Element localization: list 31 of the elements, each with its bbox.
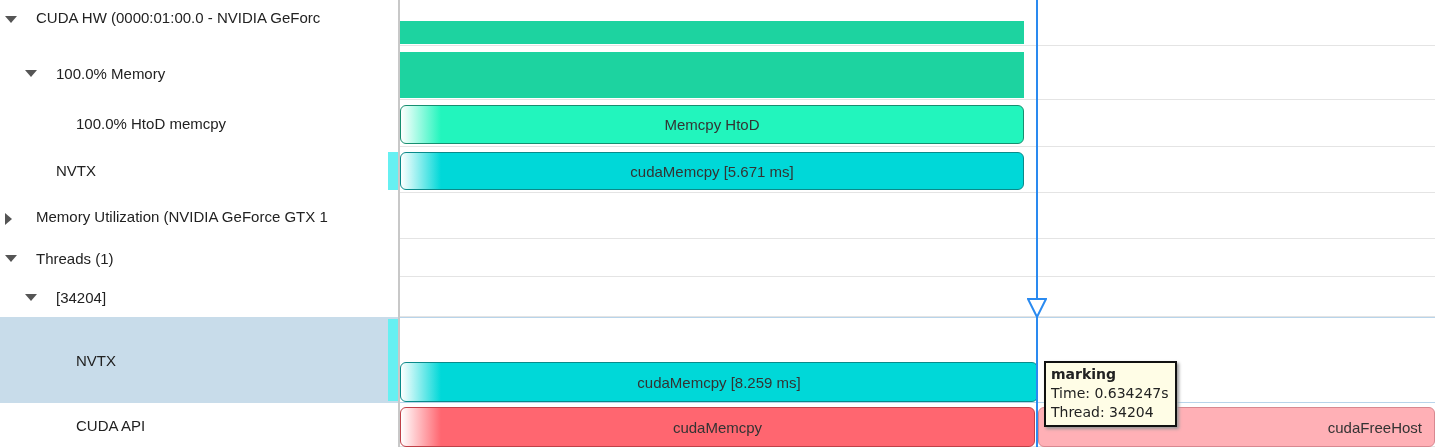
track-label: Memory Utilization (NVIDIA GeForce GTX 1 xyxy=(36,207,328,225)
track-label: CUDA API xyxy=(76,416,146,434)
track-label: NVTX xyxy=(76,351,116,369)
expand-arrow-icon[interactable] xyxy=(5,255,17,262)
expand-arrow-icon[interactable] xyxy=(5,16,17,23)
tooltip-title: marking xyxy=(1051,365,1118,384)
nvtx-range-bar[interactable]: cudaMemcpy [8.259 ms] xyxy=(400,362,1038,402)
tree-row[interactable]: CUDA API xyxy=(0,403,398,447)
tree-row[interactable]: [34204] xyxy=(0,277,398,317)
tree-row[interactable]: CUDA HW (0000:01:00.0 - NVIDIA GeForc xyxy=(0,0,398,46)
expand-arrow-icon[interactable] xyxy=(25,294,37,301)
expand-arrow-icon[interactable] xyxy=(25,70,37,77)
tree-row[interactable]: 100.0% Memory xyxy=(0,46,398,100)
tooltip-line: Time: 0.634247s xyxy=(1051,384,1169,403)
track-label: NVTX xyxy=(56,161,96,179)
tree-row[interactable]: NVTX xyxy=(0,147,398,193)
marker-head-icon[interactable] xyxy=(1027,298,1047,318)
track-label: 100.0% Memory xyxy=(56,64,166,82)
track-label: [34204] xyxy=(56,288,107,306)
track-label: CUDA HW (0000:01:00.0 - NVIDIA GeForc xyxy=(36,9,321,26)
nvtx-range-bar[interactable]: cudaMemcpy [5.671 ms] xyxy=(400,152,1024,190)
range-indicator xyxy=(388,152,398,190)
track-label: Threads (1) xyxy=(36,249,114,267)
tree-row[interactable]: 100.0% HtoD memcpy xyxy=(0,100,398,147)
expand-arrow-icon[interactable] xyxy=(5,213,13,225)
tree-row[interactable]: Threads (1) xyxy=(0,239,398,277)
api-call-bar[interactable]: cudaMemcpy xyxy=(400,407,1035,447)
track-label: 100.0% HtoD memcpy xyxy=(76,115,227,132)
memcpy-bar[interactable]: Memcpy HtoD xyxy=(400,105,1024,144)
tree-row[interactable]: NVTX xyxy=(0,317,398,403)
tree-row[interactable]: Memory Utilization (NVIDIA GeForce GTX 1 xyxy=(0,193,398,239)
